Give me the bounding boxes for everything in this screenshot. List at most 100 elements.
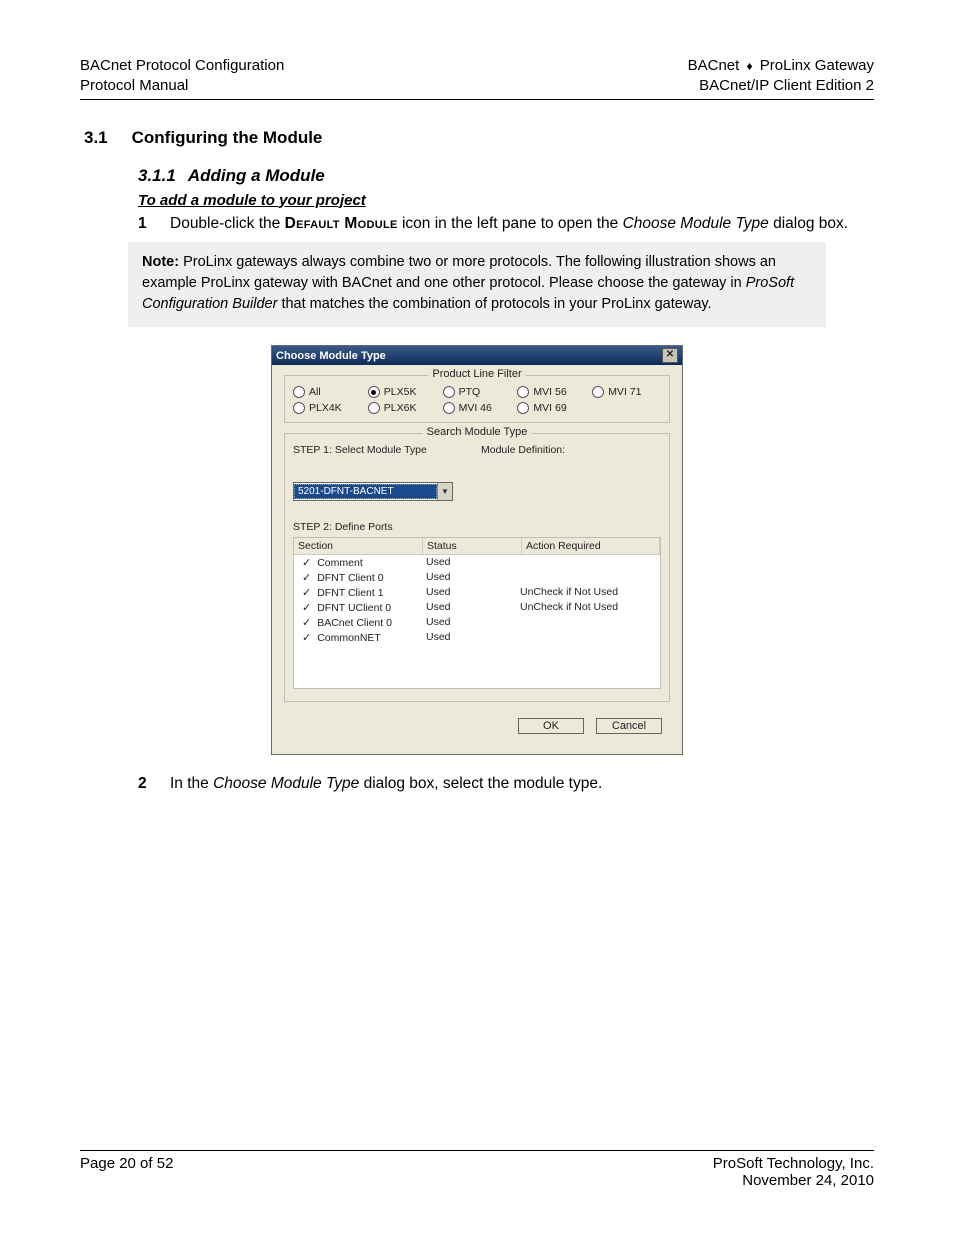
table-row[interactable]: BACnet Client 0Used [294, 615, 660, 630]
col-section: Section [294, 538, 423, 554]
search-legend: Search Module Type [423, 426, 532, 438]
step2-label: STEP 2: Define Ports [293, 521, 661, 533]
ports-table: Section Status Action Required Comment Us… [293, 537, 661, 689]
table-row[interactable]: DFNT UClient 0 UsedUnCheck if Not Used [294, 600, 660, 615]
choose-module-type-dialog: Choose Module Type ✕ Product Line Filter… [271, 345, 683, 755]
step-1-pre: Double-click the [170, 215, 285, 232]
row-action [516, 631, 660, 644]
radio-icon [368, 386, 380, 398]
row-section: DFNT Client 0 [317, 572, 383, 584]
footer-left: Page 20 of 52 [80, 1155, 173, 1189]
table-row[interactable]: CommonNET Used [294, 630, 660, 645]
header-right-2: BACnet/IP Client Edition 2 [699, 76, 874, 96]
table-row[interactable]: DFNT Client 1 UsedUnCheck if Not Used [294, 585, 660, 600]
step-1-post: dialog box. [769, 215, 848, 232]
radio-icon [293, 386, 305, 398]
search-module-type-group: Search Module Type STEP 1: Select Module… [284, 433, 670, 702]
radio-label: PLX6K [384, 402, 417, 414]
step-1-mid: icon in the left pane to open the [398, 215, 623, 232]
row-action [516, 556, 660, 569]
radio-label: All [309, 386, 321, 398]
step-2-number: 2 [138, 773, 152, 795]
table-row[interactable]: DFNT Client 0 Used [294, 570, 660, 585]
instruction-title: To add a module to your project [138, 192, 874, 209]
check-icon [302, 586, 313, 599]
row-section: DFNT Client 1 [317, 587, 383, 599]
check-icon [302, 571, 313, 584]
row-status: Used [422, 616, 516, 629]
col-status: Status [423, 538, 522, 554]
note-body-post: that matches the combination of protocol… [277, 296, 711, 312]
row-action: UnCheck if Not Used [516, 586, 660, 599]
note-label: Note: [142, 254, 179, 270]
radio-label: PTQ [459, 386, 481, 398]
step-2-text: In the Choose Module Type dialog box, se… [170, 773, 602, 795]
step-1-number: 1 [138, 213, 152, 235]
section-heading: 3.1 Configuring the Module [84, 128, 874, 148]
radio-mvi69[interactable]: MVI 69 [517, 402, 586, 414]
module-definition-label: Module Definition: [481, 444, 661, 456]
note-body-pre: ProLinx gateways always combine two or m… [142, 254, 776, 291]
radio-icon [517, 386, 529, 398]
note-box: Note: ProLinx gateways always combine tw… [128, 242, 826, 327]
row-status: Used [422, 571, 516, 584]
radio-icon [443, 386, 455, 398]
radio-mvi46[interactable]: MVI 46 [443, 402, 512, 414]
module-type-combo[interactable]: 5201-DFNT-BACNET ▼ [293, 482, 453, 501]
row-status: Used [422, 631, 516, 644]
radio-label: PLX5K [384, 386, 417, 398]
ports-table-header: Section Status Action Required [294, 538, 660, 555]
subsection-number: 3.1.1 [138, 166, 176, 186]
step1-label: STEP 1: Select Module Type [293, 444, 463, 456]
check-icon [302, 616, 313, 629]
row-section: DFNT UClient 0 [317, 602, 391, 614]
step-1-text: Double-click the Default Module icon in … [170, 213, 848, 235]
check-icon [302, 631, 313, 644]
step-1-ital: Choose Module Type [623, 215, 769, 232]
row-status: Used [422, 556, 516, 569]
radio-label: PLX4K [309, 402, 342, 414]
col-action: Action Required [522, 538, 660, 554]
row-action [516, 571, 660, 584]
radio-plx4k[interactable]: PLX4K [293, 402, 362, 414]
radio-label: MVI 46 [459, 402, 492, 414]
dialog-title: Choose Module Type [276, 350, 386, 362]
page-header: BACnet Protocol Configuration BACnet ♦ P… [80, 56, 874, 100]
header-right-1: BACnet ♦ ProLinx Gateway [688, 56, 874, 76]
step-2-post: dialog box, select the module type. [359, 775, 602, 792]
row-action [516, 616, 660, 629]
radio-icon [592, 386, 604, 398]
cancel-button[interactable]: Cancel [596, 718, 662, 734]
radio-label: MVI 56 [533, 386, 566, 398]
subsection-title: Adding a Module [188, 166, 325, 186]
step-1: 1 Double-click the Default Module icon i… [138, 213, 874, 235]
radio-icon [293, 402, 305, 414]
radio-plx5k[interactable]: PLX5K [368, 386, 437, 398]
header-right-1a: BACnet [688, 57, 744, 74]
row-status: Used [422, 586, 516, 599]
row-action: UnCheck if Not Used [516, 601, 660, 614]
table-row[interactable]: Comment Used [294, 555, 660, 570]
section-number: 3.1 [84, 128, 108, 148]
page-footer: Page 20 of 52 ProSoft Technology, Inc. N… [80, 1150, 874, 1189]
chevron-down-icon[interactable]: ▼ [437, 483, 452, 500]
radio-mvi71[interactable]: MVI 71 [592, 386, 661, 398]
row-section: CommonNET [317, 632, 381, 644]
ok-button[interactable]: OK [518, 718, 584, 734]
step-2-pre: In the [170, 775, 213, 792]
product-line-filter-group: Product Line Filter AllPLX5KPTQMVI 56MVI… [284, 375, 670, 423]
row-section: Comment [317, 557, 363, 569]
step-2-ital: Choose Module Type [213, 775, 359, 792]
close-icon[interactable]: ✕ [662, 348, 678, 363]
radio-mvi56[interactable]: MVI 56 [517, 386, 586, 398]
dialog-titlebar: Choose Module Type ✕ [272, 346, 682, 365]
radio-icon [443, 402, 455, 414]
radio-plx6k[interactable]: PLX6K [368, 402, 437, 414]
row-status: Used [422, 601, 516, 614]
radio-all[interactable]: All [293, 386, 362, 398]
footer-right-1: ProSoft Technology, Inc. [713, 1155, 874, 1172]
radio-ptq[interactable]: PTQ [443, 386, 512, 398]
module-type-combo-value: 5201-DFNT-BACNET [294, 484, 437, 499]
section-title: Configuring the Module [132, 128, 323, 148]
header-right-1b: ProLinx Gateway [756, 57, 874, 74]
